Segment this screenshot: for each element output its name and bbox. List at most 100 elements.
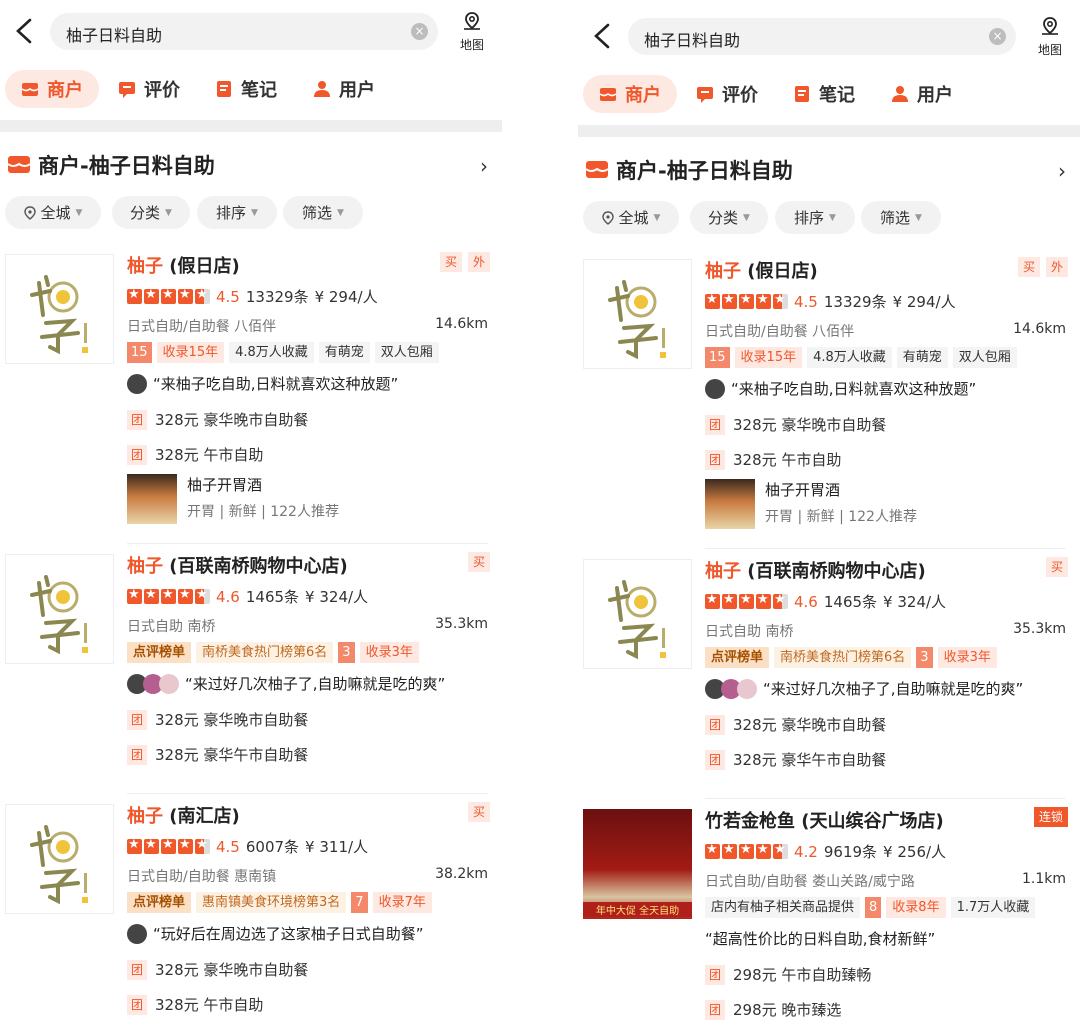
group-buy-icon: 团 xyxy=(127,744,147,765)
merchant-card[interactable]: 柚子 (假日店) 买外 4.5 13329条 ¥ 294/人日式自助/自助餐 八佰伴 14… xyxy=(578,249,1080,549)
feature-tag: 4.8万人收藏 xyxy=(807,347,892,368)
merchant-card[interactable]: 柚子 (假日店) 买外 4.5 13329条 ¥ 294/人日式自助/自助餐 八佰伴 14… xyxy=(0,244,502,544)
review-snippet[interactable]: “来过好几次柚子了,自助嘛就是吃的爽” xyxy=(705,678,1023,699)
back-button[interactable] xyxy=(12,14,38,48)
filter-city[interactable]: 全城 ▼ xyxy=(583,201,679,234)
star-icon xyxy=(705,592,720,609)
back-button[interactable] xyxy=(590,19,616,53)
store-icon xyxy=(585,159,609,179)
review-snippet[interactable]: “来柚子吃自助,日料就喜欢这种放题” xyxy=(705,378,976,399)
group-deal[interactable]: 团 328元 午市自助 xyxy=(127,444,263,465)
filter-sort[interactable]: 排序 ▼ xyxy=(197,196,277,229)
group-deal[interactable]: 团 328元 午市自助 xyxy=(127,994,263,1015)
group-deal[interactable]: 团 328元 豪华晚市自助餐 xyxy=(127,409,308,430)
store-icon xyxy=(21,80,39,98)
rating-score: 4.5 xyxy=(216,287,240,306)
screenshot-left: 柚子日料自助 × 地图商户 评价 笔记 用户商户-柚子日料自助 › 全城 ▼ 分类 ▼ 排序 ▼ 筛选 ▼ 柚… xyxy=(0,0,502,1027)
section-header[interactable]: 商户-柚子日料自助 › xyxy=(578,137,1080,201)
category-area: 日式自助/自助餐 八佰伴 xyxy=(705,324,855,340)
merchant-logo[interactable] xyxy=(5,804,114,914)
review-snippet[interactable]: “来过好几次柚子了,自助嘛就是吃的爽” xyxy=(127,673,445,694)
tab-merchants[interactable]: 商户 xyxy=(5,70,99,108)
deal-text: 328元 午市自助 xyxy=(155,996,264,1014)
group-deal[interactable]: 团 298元 晚市臻选 xyxy=(705,999,841,1020)
caret-down-icon: ▼ xyxy=(337,207,344,218)
merchant-card[interactable]: 柚子 (百联南桥购物中心店) 买 4.6 1465条 ¥ 324/人日式自助 南桥 35.… xyxy=(0,544,502,794)
merchant-logo[interactable] xyxy=(5,554,114,664)
group-buy-icon: 团 xyxy=(127,409,147,430)
filter-filter[interactable]: 筛选 ▼ xyxy=(283,196,363,229)
merchant-name[interactable]: 柚子 (假日店) xyxy=(127,252,240,278)
review-snippet[interactable]: “来柚子吃自助,日料就喜欢这种放题” xyxy=(127,373,398,394)
chevron-right-icon[interactable]: › xyxy=(480,154,488,178)
merchant-name[interactable]: 柚子 (百联南桥购物中心店) xyxy=(127,552,348,578)
merchant-name[interactable]: 竹若金枪鱼 (天山缤谷广场店) xyxy=(705,807,944,833)
group-deal[interactable]: 团 328元 午市自助 xyxy=(705,449,841,470)
recommended-dish[interactable]: 柚子开胃酒 开胃 | 新鲜 | 122人推荐 xyxy=(705,479,917,529)
merchant-name[interactable]: 柚子 (百联南桥购物中心店) xyxy=(705,557,926,583)
group-deal[interactable]: 团 328元 豪华午市自助餐 xyxy=(705,749,886,770)
clear-icon[interactable]: × xyxy=(989,28,1006,45)
name-rest: (假日店) xyxy=(163,256,240,277)
section-title: 商户-柚子日料自助 xyxy=(38,154,215,178)
note-icon xyxy=(793,85,811,103)
tab-notes[interactable]: 笔记 xyxy=(793,75,855,113)
map-button[interactable]: 地图 xyxy=(452,11,492,53)
name-highlight: 柚子 xyxy=(127,806,163,827)
filter-category[interactable]: 分类 ▼ xyxy=(690,201,768,234)
merchant-card[interactable]: 年中大促 全天自助 竹若金枪鱼 (天山缤谷广场店) 连锁 4.2 9619条 ¥ 256/… xyxy=(578,799,1080,1032)
feature-tag: 收录3年 xyxy=(359,642,419,663)
star-icon xyxy=(722,292,737,309)
group-deal[interactable]: 团 328元 豪华晚市自助餐 xyxy=(127,959,308,980)
section-header[interactable]: 商户-柚子日料自助 › xyxy=(0,132,502,196)
tab-users[interactable]: 用户 xyxy=(891,75,953,113)
tag-row: 点评榜单 南桥美食热门榜第6名 3 收录3年 xyxy=(127,642,419,663)
filter-filter[interactable]: 筛选 ▼ xyxy=(861,201,941,234)
avg-price: ¥ 311/人 xyxy=(305,838,369,856)
review-snippet[interactable]: “超高性价比的日料自助,食材新鲜” xyxy=(705,928,935,949)
filter-category[interactable]: 分类 ▼ xyxy=(112,196,190,229)
search-input[interactable]: 柚子日料自助 × xyxy=(628,18,1016,55)
avg-price: ¥ 294/人 xyxy=(314,288,378,306)
filter-city[interactable]: 全城 ▼ xyxy=(5,196,101,229)
tag-row: 店内有柚子相关商品提供 8 收录8年 1.7万人收藏 xyxy=(705,897,1036,918)
merchant-logo[interactable] xyxy=(5,254,114,364)
map-button[interactable]: 地图 xyxy=(1030,16,1070,58)
merchant-card[interactable]: 柚子 (百联南桥购物中心店) 买 4.6 1465条 ¥ 324/人日式自助 南桥 35.… xyxy=(578,549,1080,799)
tag-row: 点评榜单 惠南镇美食环境榜第3名 7 收录7年 xyxy=(127,892,432,913)
tab-notes[interactable]: 笔记 xyxy=(215,70,277,108)
star-icon xyxy=(195,287,210,304)
star-rating xyxy=(705,292,788,309)
group-deal[interactable]: 团 328元 豪华晚市自助餐 xyxy=(127,709,308,730)
merchant-name[interactable]: 柚子 (假日店) xyxy=(705,257,818,283)
clear-icon[interactable]: × xyxy=(411,23,428,40)
group-buy-icon: 团 xyxy=(127,444,147,465)
filter-sort[interactable]: 排序 ▼ xyxy=(775,201,855,234)
name-highlight: 柚子 xyxy=(705,561,741,582)
group-deal[interactable]: 团 298元 午市自助臻畅 xyxy=(705,964,871,985)
group-deal[interactable]: 团 328元 豪华晚市自助餐 xyxy=(705,414,886,435)
deal-text: 328元 豪华晚市自助餐 xyxy=(733,716,887,734)
group-buy-icon: 团 xyxy=(127,994,147,1015)
search-input[interactable]: 柚子日料自助 × xyxy=(50,13,438,50)
tab-bar: 商户 评价 笔记 用户 xyxy=(578,67,1080,125)
deal-text: 328元 豪华午市自助餐 xyxy=(155,746,309,764)
tab-reviews[interactable]: 评价 xyxy=(696,75,758,113)
review-snippet[interactable]: “玩好后在周边选了这家柚子日式自助餐” xyxy=(127,923,424,944)
merchant-logo[interactable] xyxy=(583,259,692,369)
feature-tag: 点评榜单 xyxy=(705,647,770,668)
screenshot-right: 柚子日料自助 × 地图商户 评价 笔记 用户商户-柚子日料自助 › 全城 ▼ 分类 ▼ 排序 ▼ 筛选 ▼ 柚… xyxy=(578,5,1080,1032)
merchant-logo[interactable]: 年中大促 全天自助 xyxy=(583,809,692,919)
group-deal[interactable]: 团 328元 豪华午市自助餐 xyxy=(127,744,308,765)
recommended-dish[interactable]: 柚子开胃酒 开胃 | 新鲜 | 122人推荐 xyxy=(127,474,339,524)
review-text: “来过好几次柚子了,自助嘛就是吃的爽” xyxy=(763,680,1024,698)
chevron-right-icon[interactable]: › xyxy=(1058,159,1066,183)
merchant-name[interactable]: 柚子 (南汇店) xyxy=(127,802,240,828)
tab-reviews[interactable]: 评价 xyxy=(118,70,180,108)
filter-bar: 全城 ▼ 分类 ▼ 排序 ▼ 筛选 ▼ xyxy=(0,196,502,244)
tab-merchants[interactable]: 商户 xyxy=(583,75,677,113)
merchant-card[interactable]: 柚子 (南汇店) 买 4.5 6007条 ¥ 311/人日式自助/自助餐 惠南镇 38.2… xyxy=(0,794,502,1027)
tab-users[interactable]: 用户 xyxy=(313,70,375,108)
group-deal[interactable]: 团 328元 豪华晚市自助餐 xyxy=(705,714,886,735)
merchant-logo[interactable] xyxy=(583,559,692,669)
